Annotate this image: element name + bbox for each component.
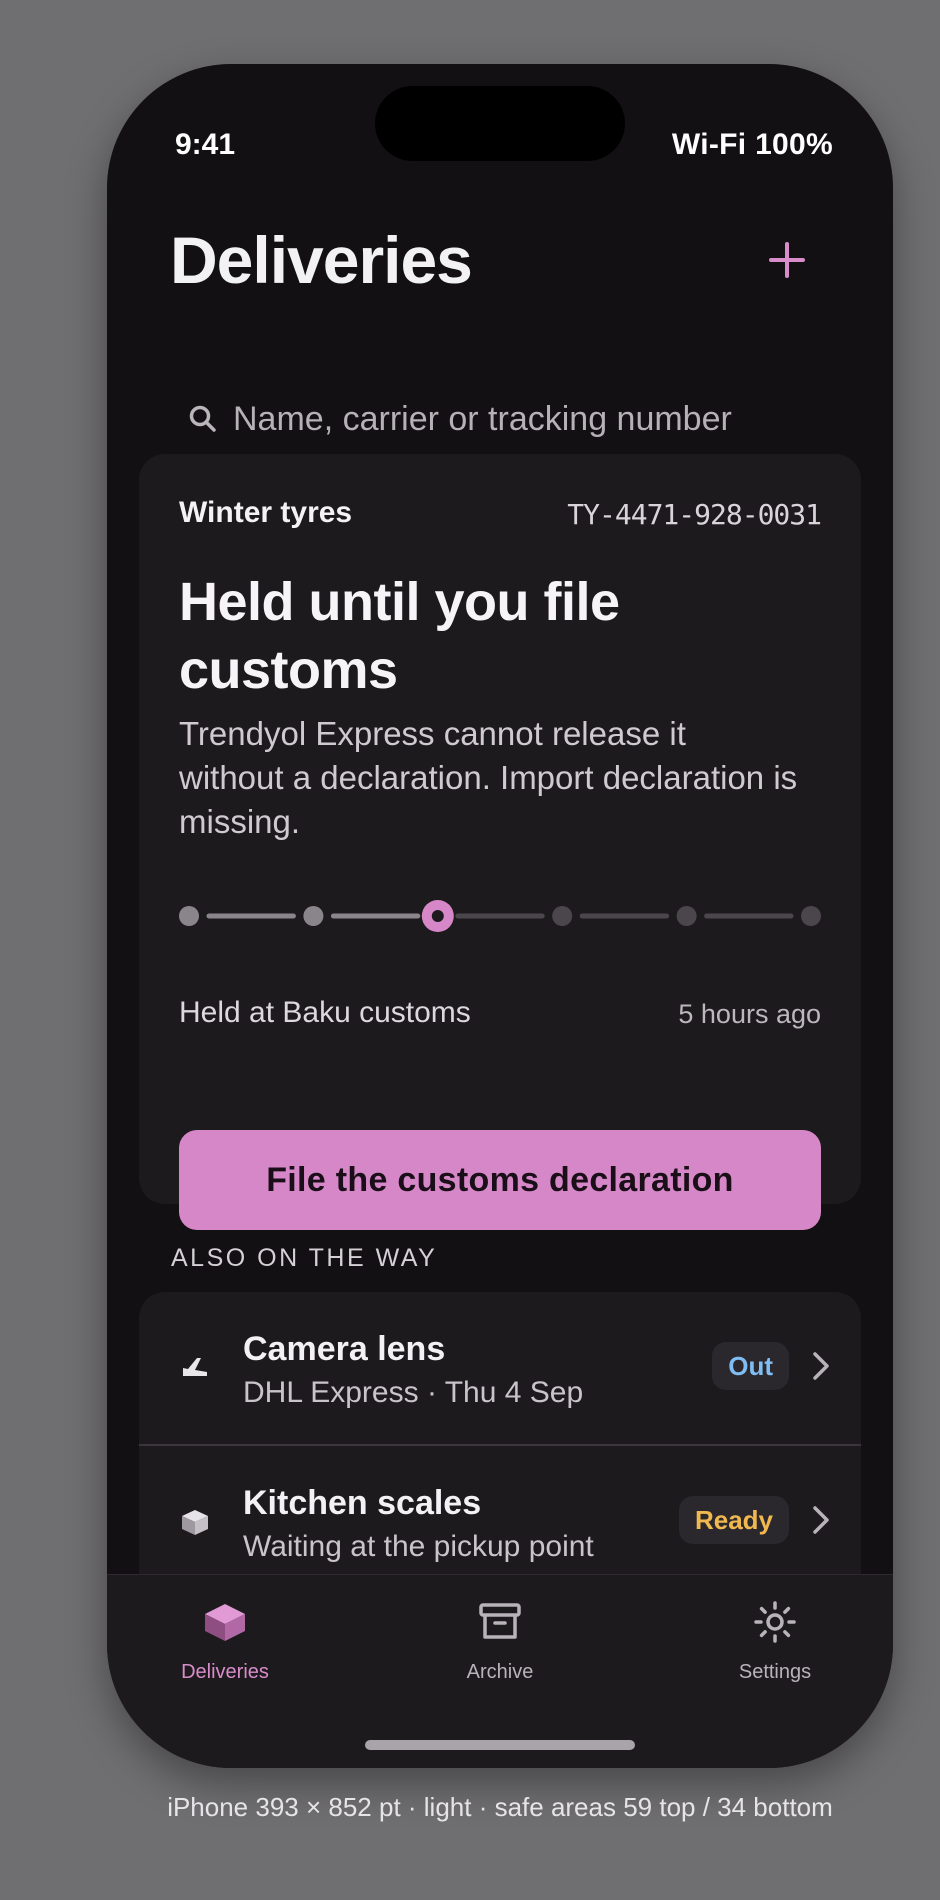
item-subtitle: DHL Express · Thu 4 Sep	[243, 1376, 584, 1409]
chevron-right-icon	[813, 1506, 829, 1534]
status-badge: Out	[712, 1342, 789, 1390]
delivery-list: Camera lens DHL Express · Thu 4 Sep Out …	[139, 1292, 861, 1612]
package-icon	[182, 1510, 208, 1535]
active-delivery-card: Winter tyres TY-4471-928-0031 Held until…	[139, 454, 861, 1230]
progress-step-current-center	[431, 910, 444, 922]
plus-icon	[769, 242, 805, 278]
tab-settings[interactable]: Settings	[685, 1601, 865, 1684]
phone-frame: 9:41 Wi-Fi 100% Deliveries Winter tyres …	[107, 64, 893, 1768]
tab-label: Deliveries	[181, 1661, 269, 1683]
package-icon	[205, 1604, 245, 1641]
delivery-timestamp: 5 hours ago	[678, 999, 821, 1029]
progress-step-pending	[801, 906, 821, 926]
search-bar[interactable]	[187, 394, 833, 444]
item-title: Camera lens	[243, 1330, 446, 1368]
progress-step-pending	[676, 906, 697, 926]
file-declaration-button[interactable]: File the customs declaration	[179, 1130, 821, 1230]
status-badge: Ready	[678, 1496, 789, 1544]
progress-step-done	[303, 906, 324, 926]
dynamic-island	[375, 86, 625, 161]
progress-step-done	[179, 906, 199, 926]
tab-archive[interactable]: Archive	[410, 1601, 590, 1684]
search-input[interactable]	[233, 399, 833, 439]
progress-step-pending	[552, 906, 573, 926]
status-indicators: Wi-Fi 100%	[671, 128, 833, 161]
search-icon	[189, 405, 216, 432]
device-caption: iPhone 393 × 852 pt · light · safe areas…	[167, 1792, 833, 1822]
tab-label: Archive	[466, 1661, 534, 1683]
page-title: Deliveries	[170, 223, 473, 297]
status-time: 9:41	[175, 128, 236, 161]
list-item[interactable]: Camera lens DHL Express · Thu 4 Sep Out	[139, 1292, 861, 1444]
add-delivery-button[interactable]	[759, 232, 815, 288]
tab-bar: Deliveries Archive Settings	[107, 1574, 893, 1768]
delivery-location: Held at Baku customs	[179, 996, 471, 1029]
home-indicator	[365, 1740, 635, 1750]
section-heading: ALSO ON THE WAY	[171, 1244, 438, 1272]
plane-icon	[183, 1358, 207, 1376]
gear-icon	[754, 1601, 796, 1643]
item-subtitle: Waiting at the pickup point	[243, 1530, 594, 1563]
tab-label: Settings	[738, 1661, 812, 1683]
chevron-right-icon	[813, 1352, 829, 1380]
tab-deliveries[interactable]: Deliveries	[135, 1601, 315, 1684]
archive-icon	[479, 1603, 521, 1639]
progress-tracker	[179, 900, 821, 932]
item-title: Kitchen scales	[243, 1484, 482, 1522]
